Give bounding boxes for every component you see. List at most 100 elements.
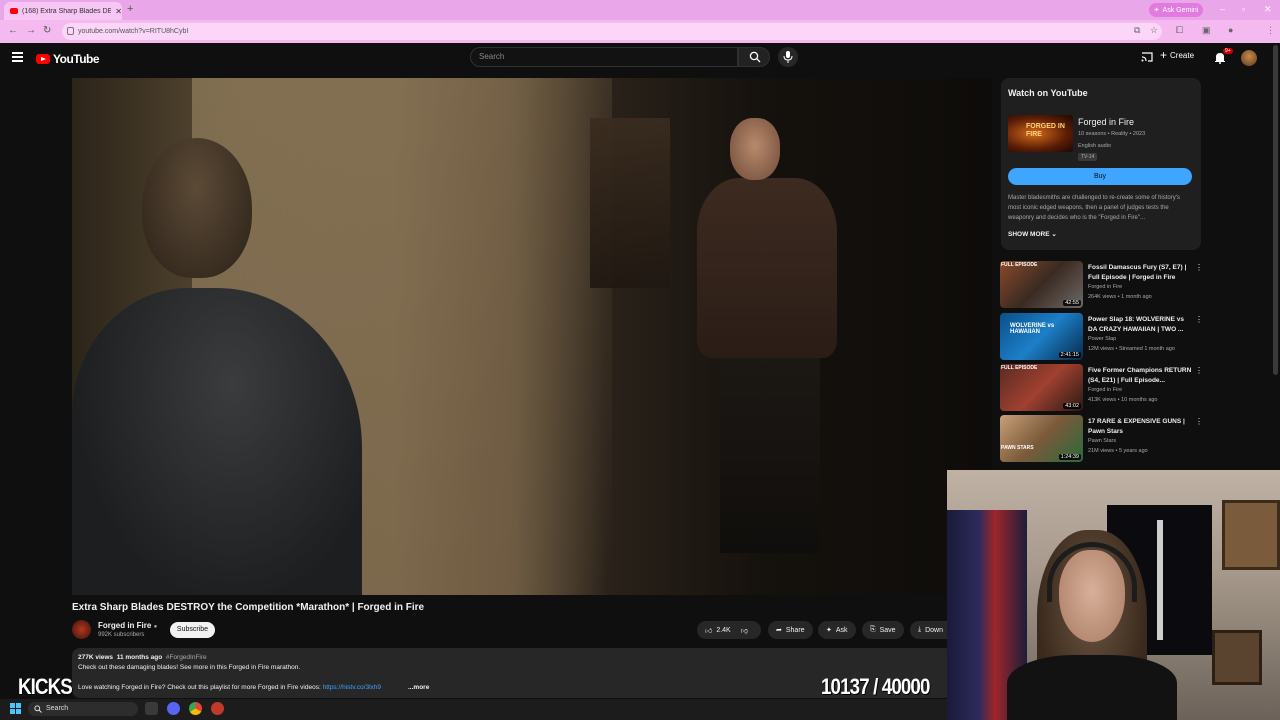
- install-icon[interactable]: ⧉: [1134, 25, 1140, 36]
- more-actions-icon[interactable]: ⋮: [1195, 315, 1203, 324]
- new-tab-button[interactable]: +: [127, 3, 133, 15]
- voice-search-button[interactable]: [778, 47, 798, 67]
- back-icon[interactable]: ←: [8, 25, 18, 36]
- hashtag-link[interactable]: #ForgedInFire: [166, 654, 207, 661]
- share-button[interactable]: ➦ Share: [768, 621, 813, 639]
- recommended-video[interactable]: PAWN STARS 1:24:39 17 RARE & EXPENSIVE G…: [1000, 415, 1205, 465]
- site-info-icon[interactable]: [67, 27, 74, 35]
- channel-avatar[interactable]: [72, 620, 91, 639]
- overlay-goal-counter: 10137 / 40000: [821, 674, 930, 699]
- overlay-kicks-label: KICKS: [18, 674, 73, 699]
- show-thumbnail[interactable]: FORGED IN FIRE: [1008, 115, 1073, 152]
- show-more-button[interactable]: SHOW MORE ⌄: [1008, 230, 1057, 238]
- more-actions-icon[interactable]: ⋮: [1195, 263, 1203, 272]
- extensions-icon[interactable]: ⧠: [1176, 25, 1183, 36]
- plus-icon: +: [1160, 48, 1168, 62]
- more-actions-icon[interactable]: ⋮: [1195, 366, 1203, 375]
- bookmark-icon: ⎘: [870, 626, 876, 633]
- video-thumbnail[interactable]: WOLVERINE vs HAWAIIAN 2:41:15: [1000, 313, 1083, 360]
- dislike-button[interactable]: 👎︎: [741, 626, 748, 635]
- page-scrollbar[interactable]: [1273, 45, 1278, 375]
- app-icon[interactable]: [211, 702, 224, 715]
- chrome-icon[interactable]: [189, 702, 202, 715]
- taskbar-search[interactable]: Search: [28, 702, 138, 716]
- video-thumbnail[interactable]: PAWN STARS 1:24:39: [1000, 415, 1083, 462]
- close-tab-icon[interactable]: ✕: [115, 7, 122, 16]
- youtube-logo[interactable]: YouTube: [36, 52, 100, 66]
- download-button[interactable]: ⤓ Down: [910, 621, 947, 639]
- address-bar[interactable]: youtube.com/watch?v=RITU8hCybI: [62, 23, 1162, 40]
- sidepanel-icon[interactable]: ▣: [1202, 25, 1211, 36]
- recommended-channel[interactable]: Pawn Stars: [1088, 438, 1116, 444]
- search-button[interactable]: [738, 47, 770, 67]
- browser-tab[interactable]: (168) Extra Sharp Blades DE ✕: [4, 2, 122, 20]
- thumbs-up-icon: 👍︎: [705, 627, 713, 635]
- show-name[interactable]: Forged in Fire: [1078, 117, 1134, 127]
- more-actions-icon[interactable]: ⋮: [1195, 417, 1203, 426]
- like-button[interactable]: 👍︎ 2.4K: [705, 626, 731, 635]
- description-line-1: Check out these damaging blades! See mor…: [78, 664, 301, 671]
- video-duration: 1:24:39: [1058, 454, 1081, 460]
- tab-title: (168) Extra Sharp Blades DE: [22, 7, 112, 15]
- recommended-title[interactable]: Five Former Champions RETURN (S4, E21) |…: [1088, 366, 1193, 385]
- show-more-label: SHOW MORE: [1008, 231, 1050, 238]
- youtube-play-icon: [36, 54, 50, 64]
- recommended-video[interactable]: WOLVERINE vs HAWAIIAN 2:41:15 Power Slap…: [1000, 313, 1205, 363]
- description-text: Love watching Forged in Fire? Check out …: [78, 684, 321, 691]
- ask-button[interactable]: ✦ Ask: [818, 621, 856, 639]
- create-button[interactable]: + Create: [1160, 48, 1194, 62]
- search-icon: [34, 705, 42, 713]
- recommended-video[interactable]: FULL EPISODE 42:55 Fossil Damascus Fury …: [1000, 261, 1205, 311]
- profile-icon[interactable]: ●: [1228, 25, 1233, 35]
- description-link[interactable]: https://histv.co/3lxh9: [323, 684, 381, 691]
- hamburger-menu-icon[interactable]: [12, 52, 23, 62]
- show-info: 10 seasons • Reality • 2023: [1078, 131, 1146, 137]
- recommended-title[interactable]: Power Slap 18: WOLVERINE vs DA CRAZY HAW…: [1088, 315, 1193, 334]
- cast-icon[interactable]: [1141, 51, 1153, 63]
- subscribe-button[interactable]: Subscribe: [170, 622, 215, 638]
- taskbar-search-label: Search: [46, 705, 69, 712]
- show-more-description-button[interactable]: ...more: [408, 684, 429, 691]
- recommended-views: 21M views • 5 years ago: [1088, 448, 1148, 454]
- show-audio: English audio: [1078, 143, 1112, 149]
- recommended-video[interactable]: FULL EPISODE 43:02 Five Former Champions…: [1000, 364, 1205, 414]
- minimize-icon[interactable]: –: [1220, 4, 1225, 14]
- window-close-icon[interactable]: ✕: [1264, 4, 1272, 15]
- task-view-icon[interactable]: [145, 702, 158, 715]
- video-thumbnail[interactable]: FULL EPISODE 43:02: [1000, 364, 1083, 411]
- search-input[interactable]: Search: [470, 47, 738, 67]
- maximize-icon[interactable]: ▫: [1242, 4, 1245, 14]
- recommended-channel[interactable]: Forged in Fire: [1088, 387, 1122, 393]
- save-button[interactable]: ⎘ Save: [862, 621, 904, 639]
- logo-text: YouTube: [53, 52, 100, 66]
- video-title: Extra Sharp Blades DESTROY the Competiti…: [72, 602, 425, 613]
- account-avatar[interactable]: [1241, 50, 1257, 66]
- thumbs-down-icon: 👎︎: [740, 627, 748, 635]
- recommended-title[interactable]: 17 RARE & EXPENSIVE GUNS | Pawn Stars: [1088, 417, 1193, 436]
- search-icon: [749, 51, 761, 63]
- discord-icon[interactable]: [167, 702, 180, 715]
- show-rating-badge: TV-14: [1078, 153, 1098, 161]
- reload-icon[interactable]: ↻: [43, 25, 51, 36]
- thumbnail-label: FULL EPISODE: [1001, 262, 1038, 268]
- windows-start-icon[interactable]: [10, 703, 21, 714]
- forward-icon[interactable]: →: [26, 25, 36, 36]
- browser-menu-icon[interactable]: ⋮: [1266, 25, 1275, 36]
- video-player[interactable]: [72, 78, 992, 595]
- ask-gemini-button[interactable]: ✦ Ask Gemini: [1149, 3, 1203, 17]
- buy-button[interactable]: Buy: [1008, 168, 1192, 185]
- like-count: 2.4K: [716, 626, 731, 634]
- recommended-channel[interactable]: Power Slap: [1088, 336, 1116, 342]
- recommended-title[interactable]: Fossil Damascus Fury (S7, E7) | Full Epi…: [1088, 263, 1193, 282]
- like-dislike-group: 👍︎ 2.4K 👎︎: [697, 621, 761, 639]
- sparkle-icon: ✦: [826, 627, 832, 634]
- url-text: youtube.com/watch?v=RITU8hCybI: [78, 28, 189, 35]
- windows-taskbar: [0, 699, 947, 720]
- channel-name[interactable]: Forged in Fire ●: [98, 621, 157, 630]
- bookmark-star-icon[interactable]: ☆: [1150, 25, 1158, 36]
- recommended-channel[interactable]: Forged in Fire: [1088, 284, 1122, 290]
- channel-name-text: Forged in Fire: [98, 621, 152, 630]
- video-thumbnail[interactable]: FULL EPISODE 42:55: [1000, 261, 1083, 308]
- show-thumbnail-text: FORGED IN FIRE: [1026, 123, 1065, 138]
- download-label: Down: [925, 626, 944, 634]
